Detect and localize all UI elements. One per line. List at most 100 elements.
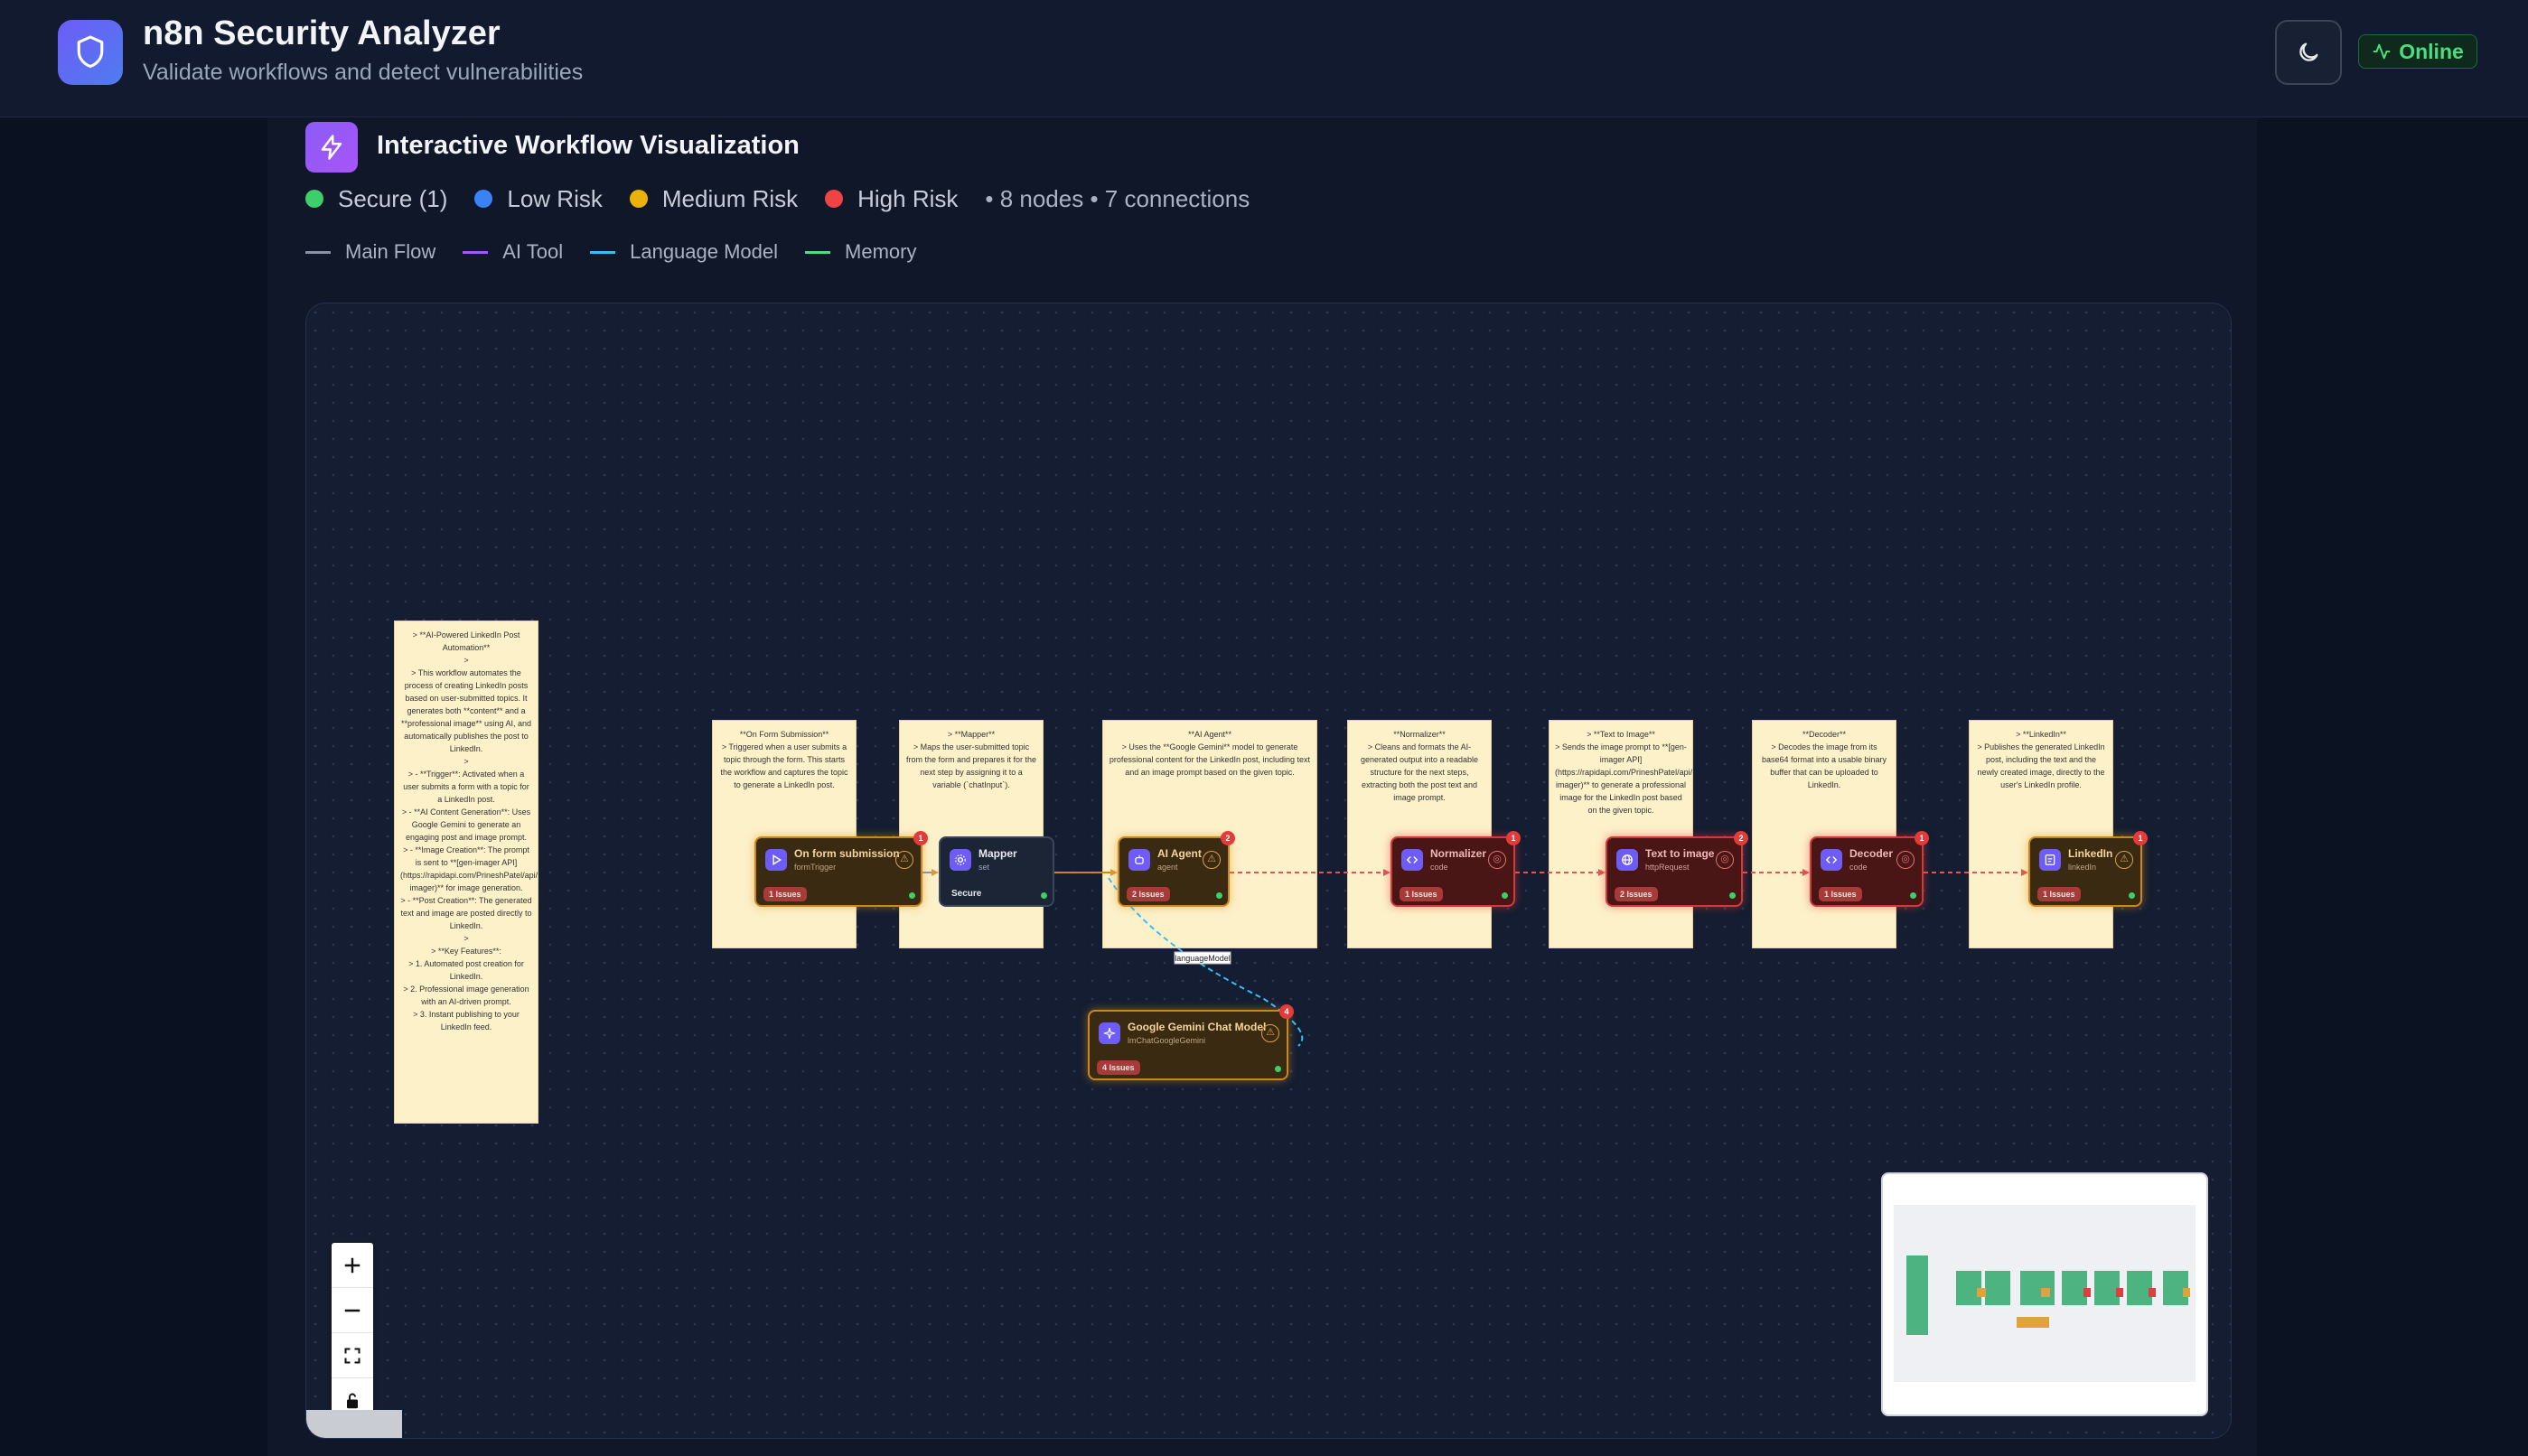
minimap[interactable] (1881, 1172, 2208, 1416)
node-type: formTrigger (794, 863, 837, 872)
main-flow-line (305, 250, 331, 254)
zoom-out-button[interactable] (332, 1288, 373, 1333)
language-model-line (590, 250, 616, 254)
attribution (306, 1410, 402, 1438)
node-type: agent (1157, 863, 1178, 872)
medium-risk-dot (629, 190, 648, 208)
node-normalizer[interactable]: Normalizer code ◎ 1 1 Issues (1390, 831, 1521, 907)
edge-legend-memory: Memory (805, 240, 916, 264)
arrow-head (2021, 869, 2028, 876)
legend-label: Low Risk (507, 184, 603, 212)
edge-legend-label: Memory (845, 240, 917, 263)
legend-low-risk: Low Risk (474, 184, 603, 213)
alert-icon: ◎ (1488, 851, 1506, 869)
issue-count-badge: 1 (1506, 831, 1521, 845)
zoom-controls (332, 1243, 373, 1434)
risk-legend: Secure (1) Low Risk Medium Risk High Ris… (305, 182, 1250, 215)
node-name: LinkedIn (2068, 847, 2113, 860)
node-name: On form submission (794, 847, 900, 860)
plus-icon (344, 1257, 360, 1273)
section-title: Interactive Workflow Visualization (377, 131, 800, 160)
legend-label: Medium Risk (661, 184, 799, 212)
output-handle[interactable] (1910, 892, 1916, 899)
issue-count-badge: 1 (1915, 831, 1929, 845)
arrow-head (1110, 869, 1118, 876)
secure-dot (305, 190, 323, 208)
legend-medium-risk: Medium Risk (629, 184, 799, 213)
issues-badge: 1 Issues (1819, 887, 1862, 901)
arrow-head (1383, 869, 1390, 876)
node-name: Google Gemini Chat Model (1128, 1021, 1267, 1033)
minimap-nodes (1906, 1255, 2190, 1335)
node-type: httpRequest (1645, 863, 1690, 872)
edge-legend-label: Main Flow (345, 240, 436, 263)
shield-icon (58, 20, 123, 85)
legend-secure: Secure (1) (305, 185, 447, 213)
sparkle-icon (1099, 1022, 1120, 1044)
edge-legend-ai-tool: AI Tool (463, 240, 563, 264)
node-google-gemini-chat-model[interactable]: Google Gemini Chat Model lmChatGoogleGem… (1088, 1004, 1294, 1080)
status-badge: Online (2358, 34, 2477, 69)
output-handle[interactable] (1275, 1066, 1281, 1072)
alert-icon: ◎ (1716, 851, 1734, 869)
node-text-to-image[interactable]: Text to image httpRequest ◎ 2 2 Issues (1606, 831, 1748, 907)
workflow-canvas[interactable]: > **AI-Powered LinkedIn Post Automation*… (305, 303, 2232, 1439)
globe-icon (1616, 849, 1638, 871)
legend-label: High Risk (857, 184, 959, 212)
high-risk-dot (825, 190, 844, 208)
left-gutter (0, 118, 267, 1456)
output-handle[interactable] (909, 892, 915, 899)
node-linkedin[interactable]: LinkedIn linkedIn ⚠ 1 1 Issues (2028, 831, 2148, 907)
activity-icon (2374, 43, 2391, 60)
issue-count-badge: 2 (1734, 831, 1748, 845)
minus-icon (344, 1309, 360, 1311)
issue-count-badge: 4 (1279, 1004, 1294, 1019)
zoom-in-button[interactable] (332, 1243, 373, 1288)
node-mapper[interactable]: Mapper set Secure (939, 836, 1054, 907)
issues-badge: 4 Issues (1097, 1060, 1140, 1075)
theme-toggle-button[interactable] (2275, 20, 2342, 85)
node-type: linkedIn (2068, 863, 2097, 872)
lightning-icon (305, 122, 358, 173)
legend-high-risk: High Risk (825, 185, 958, 213)
node-type: set (978, 863, 990, 872)
low-risk-dot (474, 190, 493, 208)
edge-label: languageModel (1175, 954, 1231, 963)
node-type: code (1849, 863, 1868, 872)
output-handle[interactable] (1041, 892, 1047, 899)
play-icon (765, 849, 787, 871)
app-title: n8n Security Analyzer (143, 14, 501, 52)
output-handle[interactable] (1216, 892, 1222, 899)
issue-count-badge: 1 (2133, 831, 2148, 845)
edge-legend-label: AI Tool (502, 240, 564, 263)
arrow-head (932, 869, 939, 876)
output-handle[interactable] (1729, 892, 1736, 899)
app-subtitle: Validate workflows and detect vulnerabil… (143, 60, 584, 85)
settings-icon (950, 849, 971, 871)
output-handle[interactable] (1502, 892, 1508, 899)
linkedin-icon (2039, 849, 2061, 871)
lock-icon (347, 1393, 358, 1409)
node-decoder[interactable]: Decoder code ◎ 1 1 Issues (1810, 831, 1929, 907)
warning-icon: ⚠ (895, 851, 913, 869)
alert-icon: ◎ (1896, 851, 1915, 869)
fit-view-button[interactable] (332, 1333, 373, 1378)
issues-badge: 2 Issues (1127, 887, 1170, 901)
issues-badge: 1 Issues (763, 887, 807, 901)
issues-badge: 1 Issues (1400, 887, 1443, 901)
warning-icon: ⚠ (2115, 851, 2133, 869)
edge-legend: Main Flow AI Tool Language Model Memory (305, 238, 943, 266)
moon-icon (2299, 42, 2318, 61)
node-form-submission[interactable]: On form submission formTrigger ⚠ 1 1 Iss… (754, 831, 928, 907)
issue-count-badge: 2 (1221, 831, 1235, 845)
node-ai-agent[interactable]: AI Agent agent ⚠ 2 2 Issues (1118, 831, 1235, 907)
code-icon (1821, 849, 1842, 871)
node-type: code (1430, 863, 1448, 872)
warning-icon: ⚠ (1203, 851, 1221, 869)
edge-legend-main-flow: Main Flow (305, 240, 435, 264)
workflow-stats: • 8 nodes • 7 connections (985, 184, 1250, 212)
output-handle[interactable] (2129, 892, 2135, 899)
right-gutter (2257, 118, 2528, 1456)
edge-legend-language-model: Language Model (590, 240, 778, 264)
secure-label: Secure (951, 889, 982, 899)
